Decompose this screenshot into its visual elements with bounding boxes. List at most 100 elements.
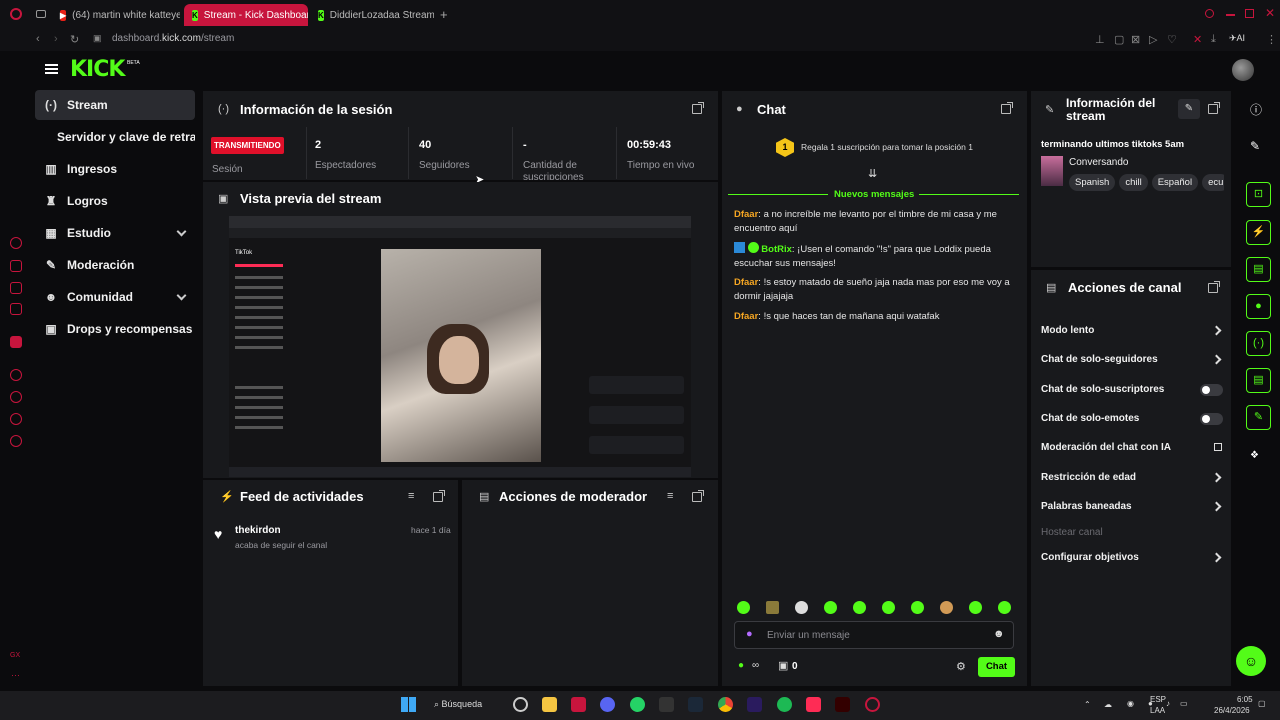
onedrive-icon[interactable]: ☁ [1104,700,1112,709]
pinned-arrow-icon[interactable]: ⇊ [868,167,877,180]
tab-diddier-stream[interactable]: K DiddierLozadaa Stream - V [310,4,434,26]
stream-preview[interactable]: TikTok [229,216,691,477]
forward-icon[interactable]: › [54,33,58,45]
filter-icon[interactable]: ≡ [408,490,414,502]
chat-username[interactable]: Dfaar [734,277,758,288]
popout-icon[interactable] [692,490,704,502]
new-tab-button[interactable]: + [440,7,448,22]
emote-icon[interactable] [795,601,808,614]
opera-logo-icon[interactable] [10,8,22,20]
sidebar-item-comunidad[interactable]: ☻ Comunidad [35,282,195,312]
url-field[interactable]: dashboard.kick.com/stream [112,33,234,44]
clock-time[interactable]: 6:05 [1237,695,1253,704]
language-primary[interactable]: ESP [1150,695,1166,704]
emote-icon[interactable] [737,601,750,614]
external-link-icon[interactable] [1214,443,1222,451]
chrome-icon[interactable] [718,697,733,712]
avatar[interactable] [1232,59,1254,81]
banned-words-item[interactable]: Palabras baneadas [1041,501,1132,512]
emote-icon[interactable] [911,601,924,614]
messenger-icon[interactable] [10,303,22,315]
subscribers-only-toggle[interactable] [1200,384,1223,396]
emoji-icon[interactable]: ☻ [993,628,1005,640]
sidebar-item-logros[interactable]: ♜ Logros [35,186,195,216]
illustrator-icon[interactable] [835,697,850,712]
emote-icon[interactable] [882,601,895,614]
tray-app-icon[interactable]: ◉ [1127,699,1134,708]
slow-mode-item[interactable]: Modo lento [1041,325,1094,336]
clock-date[interactable]: 26/4/2026 [1214,706,1250,715]
chat-username[interactable]: Dfaar [734,209,758,220]
language-secondary[interactable]: LAA [1150,706,1165,715]
broadcast-button[interactable]: (·) [1246,331,1271,356]
taskbar-search[interactable]: ⌕ Búsqueda [434,699,482,710]
chat-username[interactable]: Dfaar [734,311,758,322]
chat-button[interactable]: ● [1246,294,1271,319]
player-icon[interactable] [10,369,22,381]
kick-logo[interactable]: KICK [70,57,125,82]
tabs-menu-icon[interactable] [36,10,46,18]
volume-icon[interactable]: ♪ [1166,699,1170,708]
mail-icon[interactable] [10,282,22,294]
emote-icon[interactable] [969,601,982,614]
ai-moderation-item[interactable]: Moderación del chat con IA [1041,442,1171,453]
snapshot-icon[interactable]: ▢ [1114,33,1124,46]
moderation-mode-button[interactable]: ⊡ [1246,182,1271,207]
microphone-icon[interactable]: ● [746,628,753,640]
back-icon[interactable]: ‹ [36,33,40,45]
followers-only-item[interactable]: Chat de solo-seguidores [1041,354,1158,365]
opera-gx-icon[interactable] [865,697,880,712]
send-chat-button[interactable]: Chat [978,657,1015,677]
gift-icon[interactable]: ▣ [778,659,788,672]
steam-icon[interactable] [688,697,703,712]
edit-button[interactable]: ✎ [1178,99,1200,119]
chat-bubble-icon[interactable] [10,413,22,425]
reload-icon[interactable]: ↻ [70,33,79,46]
tiktok-icon[interactable] [806,697,821,712]
tab-youtube[interactable]: ▶ (64) martin white katteyes [52,4,180,26]
community-icon[interactable]: ❖ [1250,450,1259,461]
maximize-button[interactable] [1245,9,1254,18]
play-icon[interactable]: ▷ [1149,33,1157,46]
sidebar-item-estudio[interactable]: ▦ Estudio [35,218,195,248]
emote-icon[interactable] [940,601,953,614]
support-icon[interactable]: ☺ [1236,646,1266,676]
info-icon[interactable]: ⓘ [1250,101,1262,118]
chat-input[interactable]: ● Enviar un mensaje ☻ [734,621,1014,649]
aria-icon[interactable]: ✈AI [1229,33,1245,44]
popout-icon[interactable] [1001,102,1013,114]
channel-button[interactable]: ▤ [1246,368,1271,393]
tab-kick-dashboard[interactable]: K Stream - Kick Dashboard [184,4,308,26]
epic-games-icon[interactable] [659,697,674,712]
rank-text[interactable]: Regala 1 suscripción para tomar la posic… [801,142,973,152]
gx-corner-icon[interactable] [10,260,22,272]
popout-icon[interactable] [1208,281,1220,293]
hamburger-menu-icon[interactable] [45,64,58,74]
sidebar-item-moderacion[interactable]: ✎ Moderación [35,250,195,280]
notifications-icon[interactable]: ▢ [1258,699,1266,708]
gx-control-icon[interactable] [10,237,22,249]
twitch-icon[interactable] [10,336,22,348]
popout-icon[interactable] [1208,102,1220,114]
sidebar-item-ingresos[interactable]: ▥ Ingresos [35,154,195,184]
premiere-icon[interactable] [747,697,762,712]
emote-icon[interactable] [766,601,779,614]
network-icon[interactable]: ▭ [1180,699,1188,708]
emotes-only-toggle[interactable] [1200,413,1223,425]
taskbar-app-icon[interactable] [513,697,528,712]
settings-icon[interactable] [10,435,22,447]
tools-button[interactable]: ✎ [1246,405,1271,430]
category-name[interactable]: Conversando [1069,157,1128,168]
more-icon[interactable]: ··· [11,670,20,680]
sidebar-item-stream[interactable]: (·) Stream [35,90,195,120]
emote-icon[interactable] [824,601,837,614]
popout-icon[interactable] [692,102,704,114]
tray-chevron-icon[interactable]: ⌃ [1084,700,1091,709]
heart-icon[interactable]: ♡ [1167,33,1177,46]
menu-icon[interactable]: ⋮ [1266,33,1277,46]
sidebar-item-drops[interactable]: ▣ Drops y recompensas [35,314,195,344]
shield-icon[interactable]: ⊠ [1131,33,1140,46]
emote-icon[interactable] [998,601,1011,614]
file-explorer-icon[interactable] [542,697,557,712]
chat-settings-icon[interactable]: ⚙ [956,660,966,673]
